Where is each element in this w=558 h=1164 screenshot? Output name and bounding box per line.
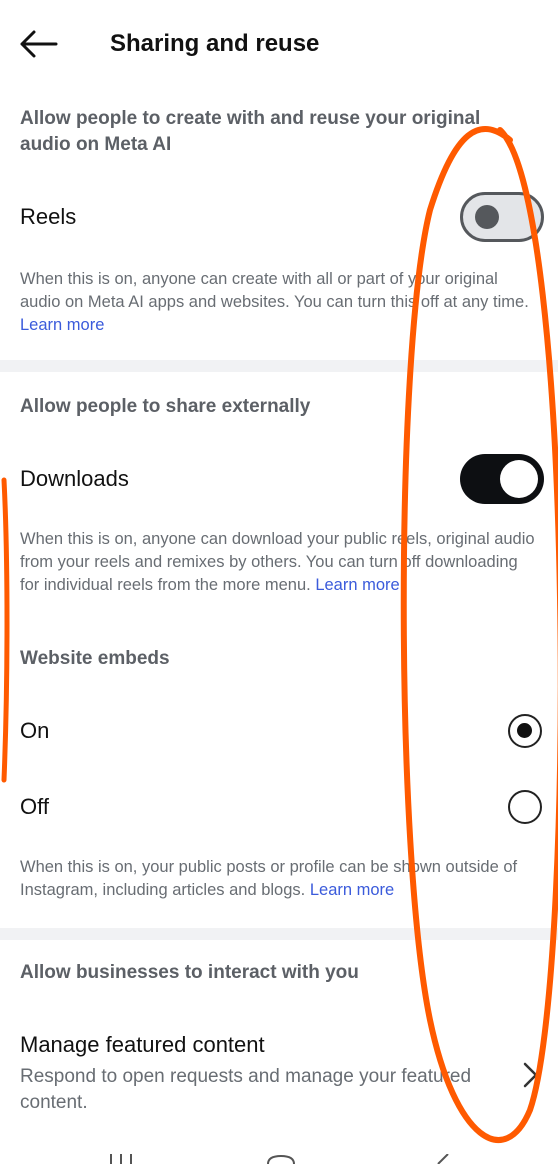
featured-content-description: Respond to open requests and manage your… — [20, 1066, 472, 1113]
downloads-toggle[interactable] — [460, 454, 544, 504]
manage-featured-content-label[interactable]: Manage featured content — [20, 1032, 265, 1058]
recent-apps-icon[interactable] — [108, 1154, 134, 1164]
embed-option-off-label: Off — [20, 794, 49, 819]
businesses-section: Allow businesses to interact with you Ma… — [0, 940, 558, 1140]
share-externally-section: Allow people to share externally Downloa… — [0, 372, 558, 928]
downloads-description: When this is on, anyone can download you… — [20, 530, 535, 594]
home-icon[interactable] — [266, 1154, 296, 1164]
toggle-knob — [475, 205, 499, 229]
embed-off-radio[interactable] — [508, 790, 542, 824]
embeds-learn-more-link[interactable]: Learn more — [310, 881, 394, 899]
embed-on-radio[interactable] — [508, 714, 542, 748]
system-nav-bar — [0, 1140, 558, 1164]
downloads-label: Downloads — [20, 466, 129, 491]
share-externally-heading: Allow people to share externally — [20, 396, 311, 417]
top-bar: Sharing and reuse — [0, 0, 558, 92]
meta-ai-section: Allow people to create with and reuse yo… — [0, 92, 558, 360]
businesses-heading: Allow businesses to interact with you — [20, 962, 359, 983]
back-nav-icon[interactable] — [432, 1154, 452, 1164]
reels-description: When this is on, anyone can create with … — [20, 270, 529, 334]
arrow-left-icon[interactable] — [18, 28, 58, 60]
chevron-right-icon[interactable] — [518, 1060, 542, 1090]
reels-label: Reels — [20, 204, 77, 229]
website-embeds-heading: Website embeds — [20, 648, 170, 669]
meta-ai-heading: Allow people to create with and reuse yo… — [20, 108, 481, 155]
page-title: Sharing and reuse — [110, 30, 320, 57]
reels-toggle[interactable] — [460, 192, 544, 242]
downloads-learn-more-link[interactable]: Learn more — [315, 576, 399, 594]
toggle-knob — [500, 460, 538, 498]
reels-learn-more-link[interactable]: Learn more — [20, 316, 104, 334]
embeds-description: When this is on, your public posts or pr… — [20, 858, 518, 899]
embed-option-on-label: On — [20, 718, 50, 743]
